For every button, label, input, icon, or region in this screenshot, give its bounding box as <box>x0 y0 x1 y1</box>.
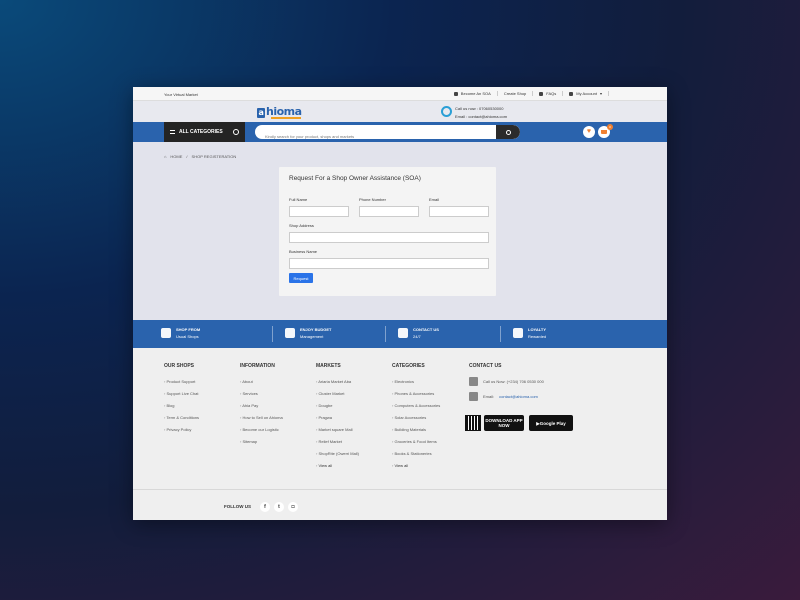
footer-link[interactable]: Pragwa <box>316 412 359 424</box>
menu-icon <box>170 130 175 134</box>
shop-address-field[interactable] <box>289 232 489 243</box>
header: a hioma Call us now : 07060530000 Email :… <box>133 101 667 122</box>
user-icon <box>569 91 574 96</box>
footer-link[interactable]: ShopRite (Owerri Mall) <box>316 448 358 460</box>
search-icon <box>505 129 511 135</box>
footer-col-our-shops: OUR SHOPS Product Support Support Live C… <box>164 363 199 436</box>
footer-col-markets: MARKETS Ariaria Market Aba Cluster Marke… <box>316 363 359 472</box>
request-button[interactable]: Request <box>289 273 313 283</box>
user-icon <box>453 91 458 96</box>
footer-link[interactable]: Ariaria Market Aba <box>316 376 359 388</box>
footer-link[interactable]: About <box>240 376 283 388</box>
footer-link[interactable]: Privacy Policy <box>164 424 199 436</box>
logo-underline <box>271 117 301 119</box>
users-icon <box>513 328 523 338</box>
become-soa-link[interactable]: Become An SOA <box>448 91 498 96</box>
phone-icon <box>469 377 478 386</box>
google-play-button[interactable]: ▶ Google Play <box>529 415 573 431</box>
business-name-label: Business Name <box>289 249 318 254</box>
footer-link[interactable]: Term & Conditions <box>164 412 199 424</box>
footer-link[interactable]: Computers & Accessories <box>392 400 440 412</box>
footer-link[interactable]: Building Materials <box>392 424 440 436</box>
search-box <box>255 125 520 139</box>
form-title: Request For a Shop Owner Assistance (SOA… <box>289 175 421 182</box>
header-contact: Call us now : 07060530000 Email : contac… <box>455 105 507 121</box>
call-text: Call us now : 07060530000 <box>455 106 504 111</box>
soa-request-form: Request For a Shop Owner Assistance (SOA… <box>279 167 496 296</box>
twitter-icon[interactable]: t <box>274 502 284 512</box>
headset-icon <box>441 106 452 117</box>
email-label: Email <box>429 197 440 202</box>
footer-link[interactable]: Ahia Pay <box>240 400 283 412</box>
categories-view-all[interactable]: View all <box>392 460 440 472</box>
tagline: Your Virtual Market <box>164 92 198 97</box>
top-bar: Your Virtual Market Become An SOA Create… <box>133 87 667 101</box>
instagram-icon[interactable]: ◘ <box>288 502 298 512</box>
home-icon: ⌂ <box>164 154 167 159</box>
money-icon <box>285 328 295 338</box>
cart-count-badge: 0 <box>607 124 613 130</box>
footer: OUR SHOPS Product Support Support Live C… <box>133 348 667 489</box>
breadcrumb-home[interactable]: HOME <box>170 154 182 159</box>
footer-link[interactable]: Become our Logistic <box>240 424 283 436</box>
footer-link[interactable]: Phones & Accessories <box>392 388 440 400</box>
footer-email-link[interactable]: contact@ahioma.com <box>499 394 538 399</box>
shop-address-label: Shop Address <box>289 223 314 228</box>
footer-link[interactable]: Sitemap <box>240 436 283 448</box>
footer-link[interactable]: Support Live Chat <box>164 388 199 400</box>
footer-col-categories: CATEGORIES Electronics Phones & Accessor… <box>392 363 440 472</box>
footer-link[interactable]: Cluster Market <box>316 388 359 400</box>
footer-link[interactable]: Dougbe <box>316 400 359 412</box>
download-app-button[interactable]: DOWNLOAD APP NOW <box>484 415 524 431</box>
question-icon <box>539 91 544 96</box>
full-name-label: Full Name <box>289 197 308 202</box>
footer-link[interactable]: Services <box>240 388 283 400</box>
markets-view-all[interactable]: View all <box>316 460 359 472</box>
mail-icon <box>469 392 478 401</box>
footer-col-information: INFORMATION About Services Ahia Pay How … <box>240 363 283 448</box>
full-name-field[interactable] <box>289 206 349 217</box>
footer-link[interactable]: Groceries & Food Items <box>392 436 440 448</box>
plus-circle-icon <box>233 129 239 135</box>
wishlist-heart-icon[interactable]: ♥ <box>583 126 595 138</box>
breadcrumb: ⌂ HOME / SHOP REGISTERATION <box>164 154 237 159</box>
nav-bar: ALL CATEGORIES ♥ 0 <box>133 122 667 142</box>
phone-field[interactable] <box>359 206 419 217</box>
footer-link[interactable]: Solar Accessories <box>392 412 440 424</box>
footer-link[interactable]: Books & Stationeries <box>392 448 440 460</box>
footer-link[interactable]: Market square Mall <box>316 424 359 436</box>
all-categories-button[interactable]: ALL CATEGORIES <box>164 122 245 142</box>
footer-link[interactable]: Product Support <box>164 376 199 388</box>
my-account-link[interactable]: My Account ▾ <box>563 91 609 96</box>
top-links: Become An SOA Create Shop FAQs My Accoun… <box>448 91 609 96</box>
follow-us-label: FOLLOW US <box>224 504 251 509</box>
footer-link[interactable]: How to Sell on Ahioma <box>240 412 282 424</box>
cart-icon <box>161 328 171 338</box>
footer-email: Email: contact@ahioma.com <box>469 392 538 401</box>
features-strip: SHOP FROM Usual Shops ENJOY BUDGET Manag… <box>133 320 667 348</box>
browser-page: Your Virtual Market Become An SOA Create… <box>133 87 667 520</box>
facebook-icon[interactable]: f <box>260 502 270 512</box>
cart-icon[interactable]: 0 <box>598 124 613 138</box>
email-text: Email : contact@ahioma.com <box>455 114 508 119</box>
search-input[interactable] <box>255 129 495 139</box>
create-shop-link[interactable]: Create Shop <box>498 91 534 96</box>
follow-bar: FOLLOW US f t ◘ <box>133 489 667 520</box>
footer-link[interactable]: Blog <box>164 400 199 412</box>
phone-icon <box>398 328 408 338</box>
footer-phone: Call us Now: (+234) 706 0530 000 <box>469 377 544 386</box>
business-name-field[interactable] <box>289 258 489 269</box>
email-field[interactable] <box>429 206 489 217</box>
breadcrumb-current: SHOP REGISTERATION <box>191 154 237 159</box>
search-button[interactable] <box>496 125 520 139</box>
footer-link[interactable]: Relief Market <box>316 436 359 448</box>
qr-code-image <box>465 415 481 431</box>
footer-link[interactable]: Electronics <box>392 376 440 388</box>
faqs-link[interactable]: FAQs <box>533 91 564 96</box>
phone-label: Phone Number <box>359 197 386 202</box>
footer-col-contact: CONTACT US Call us Now: (+234) 706 0530 … <box>465 363 649 443</box>
